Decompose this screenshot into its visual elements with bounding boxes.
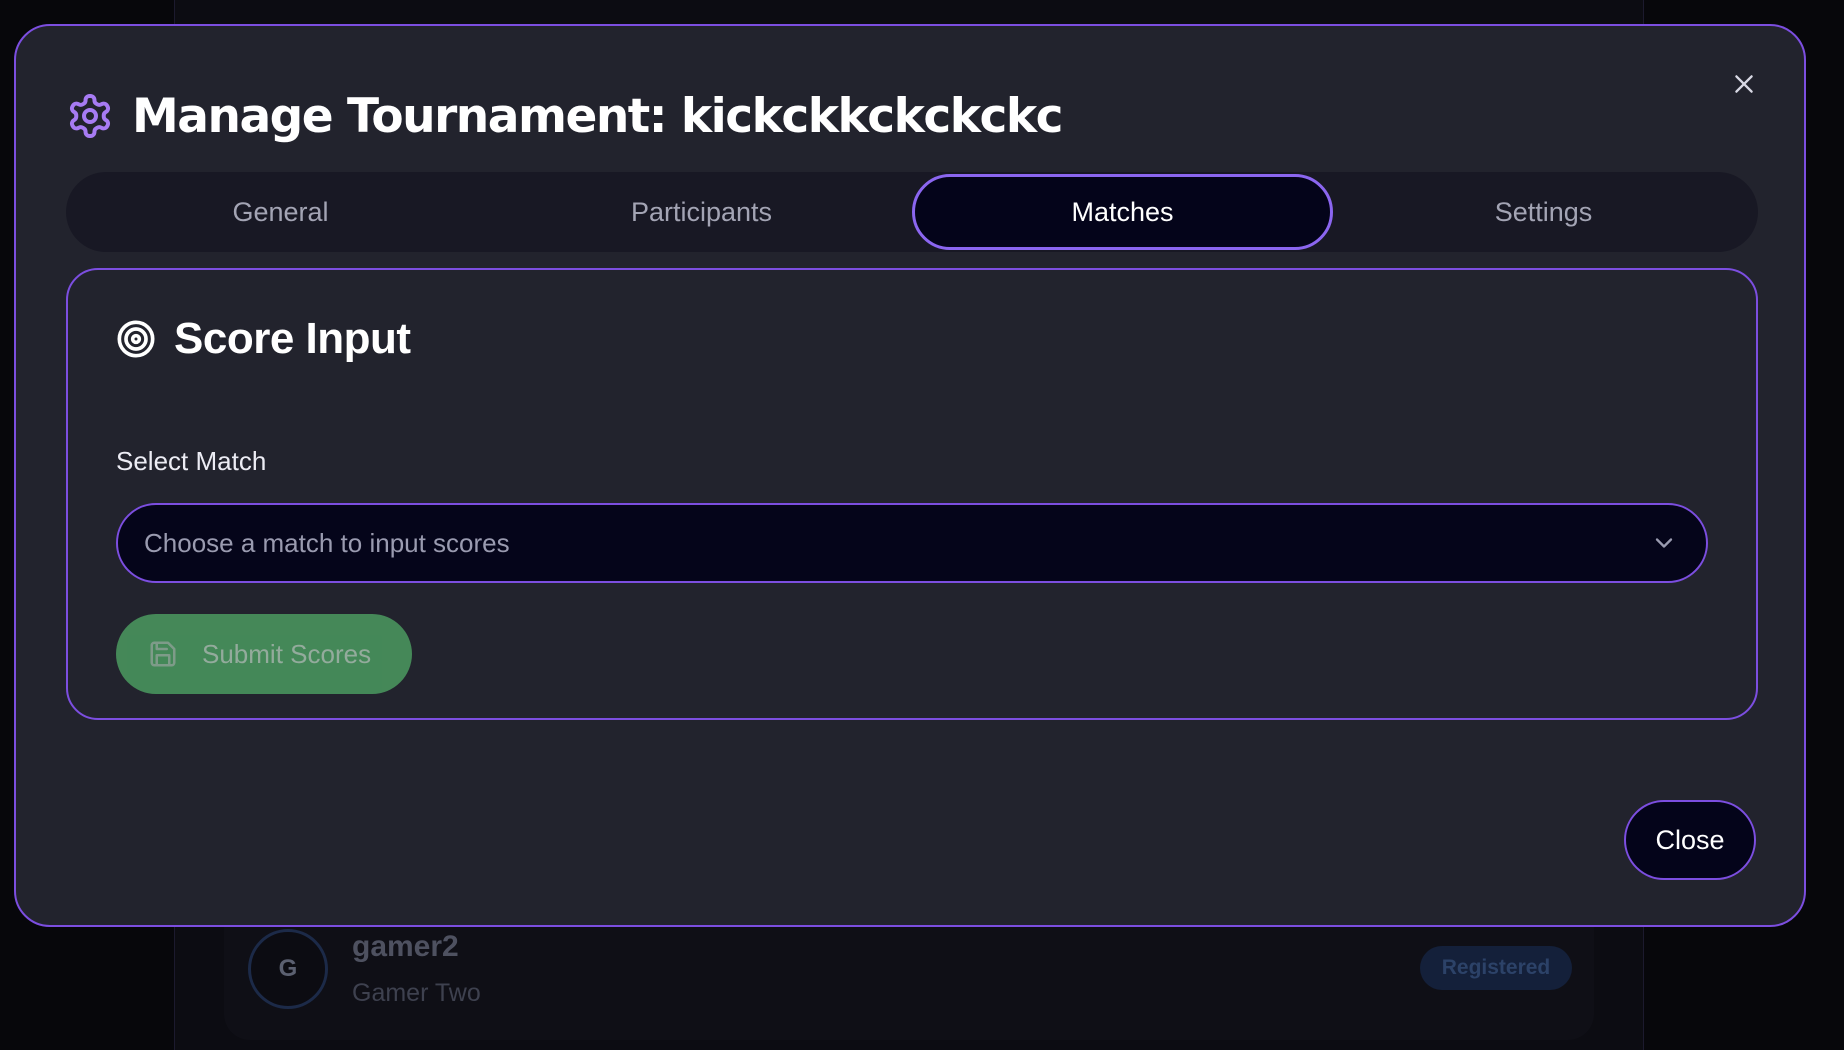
card-header: Score Input <box>116 314 411 364</box>
target-icon <box>116 319 156 359</box>
save-icon <box>148 639 178 669</box>
tab-bar: General Participants Matches Settings <box>66 172 1758 252</box>
modal-title: Manage Tournament: kickckkckckckc <box>132 88 1063 144</box>
tab-settings[interactable]: Settings <box>1333 174 1754 250</box>
select-placeholder: Choose a match to input scores <box>144 527 510 558</box>
chevron-down-icon <box>1650 529 1678 557</box>
participant-username: gamer2 <box>352 930 459 963</box>
submit-scores-label: Submit Scores <box>202 638 372 669</box>
card-title: Score Input <box>174 314 411 363</box>
avatar: G <box>248 929 328 1009</box>
match-select[interactable]: Choose a match to input scores <box>116 503 1708 583</box>
participant-display-name: Gamer Two <box>352 979 481 1007</box>
tab-participants[interactable]: Participants <box>491 174 912 250</box>
close-button[interactable]: Close <box>1624 800 1756 880</box>
tab-matches[interactable]: Matches <box>912 174 1333 250</box>
close-icon[interactable] <box>1726 66 1762 102</box>
score-input-card: Score Input Select Match Choose a match … <box>66 268 1758 720</box>
tab-general[interactable]: General <box>70 174 491 250</box>
select-match-label: Select Match <box>116 446 267 476</box>
manage-tournament-modal: Manage Tournament: kickckkckckckc Genera… <box>14 24 1806 927</box>
status-badge: Registered <box>1420 946 1572 990</box>
submit-scores-button[interactable]: Submit Scores <box>116 614 412 694</box>
gear-icon <box>66 92 114 140</box>
modal-header: Manage Tournament: kickckkckckckc <box>66 76 1063 156</box>
